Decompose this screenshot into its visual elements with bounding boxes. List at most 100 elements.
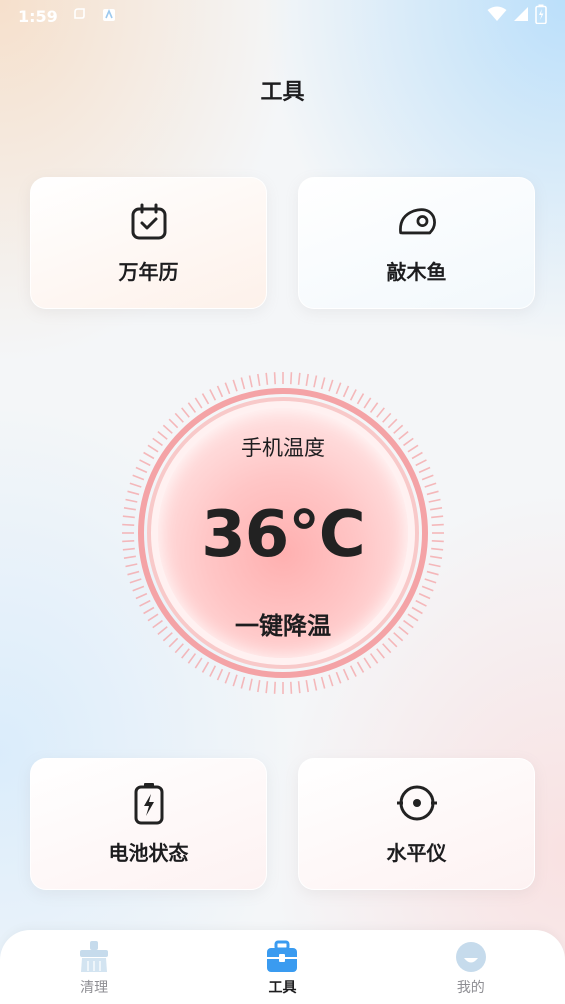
- status-right: [487, 4, 547, 28]
- dial-tick: [248, 375, 253, 388]
- temperature-title: 手机温度: [241, 436, 325, 460]
- dial-tick: [418, 466, 431, 474]
- broom-icon: [77, 940, 111, 974]
- dial-tick: [320, 377, 326, 390]
- dial-tick: [328, 379, 334, 392]
- dial-tick: [209, 665, 217, 677]
- dial-tick: [257, 680, 261, 693]
- dial-tick: [369, 653, 379, 664]
- dial-tick: [216, 668, 224, 681]
- dial-tick: [273, 372, 277, 385]
- tab-clean-label: 清理: [80, 980, 109, 996]
- dial-tick: [363, 397, 372, 409]
- dial-tick: [297, 372, 301, 385]
- wifi-icon: [487, 6, 507, 26]
- dial-tick: [342, 668, 350, 681]
- dial-tick: [387, 418, 398, 429]
- dial-tick: [181, 648, 190, 659]
- tab-tools-label: 工具: [268, 980, 297, 996]
- dial-tick: [335, 382, 342, 395]
- signal-icon: [513, 6, 529, 26]
- wooden-fish-tool-card[interactable]: 敲木鱼: [298, 177, 535, 309]
- dial-tick: [305, 373, 309, 386]
- battery-charging-icon: [129, 782, 169, 824]
- dial-tick: [421, 585, 434, 592]
- dial-tick: [349, 665, 357, 677]
- dial-tick: [342, 385, 350, 398]
- dial-tick: [135, 466, 148, 474]
- dial-tick: [181, 407, 190, 418]
- dial-tick: [418, 592, 431, 600]
- profile-icon: [454, 940, 488, 974]
- notification-icon: [72, 6, 88, 26]
- dial-tick: [297, 681, 301, 694]
- calendar-tool-card[interactable]: 万年历: [30, 177, 267, 309]
- battery-status-tool-card[interactable]: 电池状态: [30, 758, 267, 890]
- dial-tick: [289, 681, 293, 694]
- tab-clean[interactable]: 清理: [34, 930, 154, 997]
- wooden-fish-icon: [397, 202, 437, 242]
- dial-tick: [426, 570, 439, 576]
- dial-tick: [224, 382, 231, 395]
- phone-temperature-widget[interactable]: 手机温度 36℃ 一键降温: [120, 370, 446, 696]
- dial-tick: [174, 412, 184, 423]
- dial-tick: [135, 592, 148, 600]
- dial-tick: [168, 418, 179, 429]
- dial-tick: [305, 680, 309, 693]
- level-icon: [396, 783, 437, 823]
- dial-tick: [216, 385, 224, 398]
- dial-tick: [363, 657, 372, 669]
- dial-tick: [335, 671, 342, 684]
- app-notification-icon: [102, 7, 116, 26]
- dial-tick: [127, 570, 140, 576]
- dial-tick: [201, 393, 210, 405]
- dial-tick: [356, 661, 365, 673]
- dial-tick: [224, 671, 231, 684]
- dial-tick: [376, 407, 385, 418]
- calendar-tool-label: 万年历: [118, 259, 179, 284]
- calendar-check-icon: [129, 202, 169, 242]
- dial-tick: [265, 372, 269, 385]
- tab-tools[interactable]: 工具: [222, 930, 342, 997]
- dial-tick: [313, 678, 318, 691]
- toolbox-icon: [265, 940, 299, 974]
- dial-tick: [424, 578, 437, 584]
- dial-tick: [194, 397, 203, 409]
- dial-tick: [313, 375, 318, 388]
- dial-tick: [174, 643, 184, 654]
- dial-tick: [273, 681, 277, 694]
- dial-tick: [289, 372, 293, 385]
- temperature-value: 36℃: [201, 498, 366, 572]
- dial-tick: [187, 653, 197, 664]
- dial-tick: [320, 676, 326, 689]
- status-time: 1:59: [18, 6, 58, 26]
- dial-tick: [194, 657, 203, 669]
- dial-tick: [257, 373, 261, 386]
- battery-status-tool-label: 电池状态: [108, 840, 189, 865]
- dial-tick: [265, 681, 269, 694]
- level-tool-card[interactable]: 水平仪: [298, 758, 535, 890]
- dial-tick: [132, 474, 145, 481]
- dial-tick: [209, 389, 217, 401]
- page-title: 工具: [260, 80, 305, 105]
- tab-mine[interactable]: 我的: [411, 930, 531, 997]
- dial-tick: [421, 474, 434, 481]
- dial-tick: [369, 402, 379, 413]
- tab-mine-label: 我的: [456, 980, 485, 996]
- dial-tick: [187, 402, 197, 413]
- dial-tick: [129, 482, 142, 488]
- level-tool-label: 水平仪: [386, 840, 447, 865]
- cool-down-button[interactable]: 一键降温: [120, 606, 446, 641]
- dial-tick: [382, 412, 392, 423]
- dial-tick: [426, 490, 439, 496]
- dial-tick: [240, 676, 246, 689]
- dial-tick: [240, 377, 246, 390]
- dial-tick: [382, 643, 392, 654]
- dial-tick: [132, 585, 145, 592]
- status-bar: 1:59: [0, 0, 565, 32]
- dial-tick: [232, 674, 238, 687]
- dial-tick: [127, 490, 140, 496]
- wooden-fish-tool-label: 敲木鱼: [386, 259, 447, 284]
- dial-tick: [232, 379, 238, 392]
- dial-tick: [349, 389, 357, 401]
